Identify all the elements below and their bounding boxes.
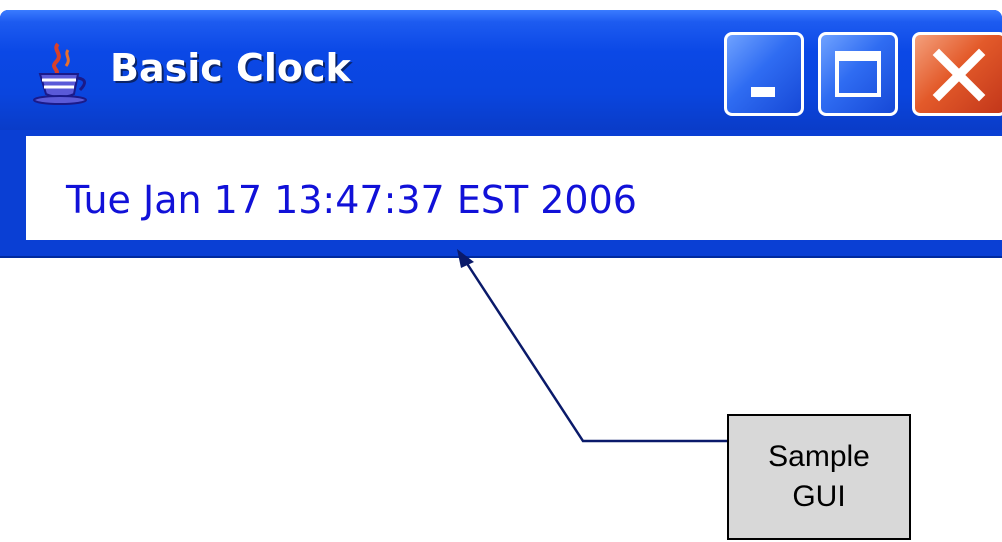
maximize-icon [835, 51, 881, 97]
maximize-button[interactable] [818, 32, 898, 116]
callout-line-1: Sample [768, 440, 870, 473]
clock-label: Tue Jan 17 13:47:37 EST 2006 [66, 178, 637, 222]
title-bar[interactable]: Basic Clock [0, 10, 1002, 130]
minimize-button[interactable] [724, 32, 804, 116]
java-coffee-cup-icon [33, 42, 87, 105]
slide: Basic Clock Tue Jan 17 13:47:37 EST 2006… [0, 0, 1002, 542]
close-button[interactable] [912, 32, 1002, 116]
close-icon [932, 48, 986, 102]
callout-line-2: GUI [792, 480, 846, 513]
minimize-icon [751, 87, 775, 97]
content-panel: Tue Jan 17 13:47:37 EST 2006 [26, 136, 1002, 240]
sample-gui-callout: Sample GUI [727, 414, 911, 540]
app-window: Basic Clock Tue Jan 17 13:47:37 EST 2006 [0, 10, 1002, 256]
window-title: Basic Clock [110, 46, 351, 90]
